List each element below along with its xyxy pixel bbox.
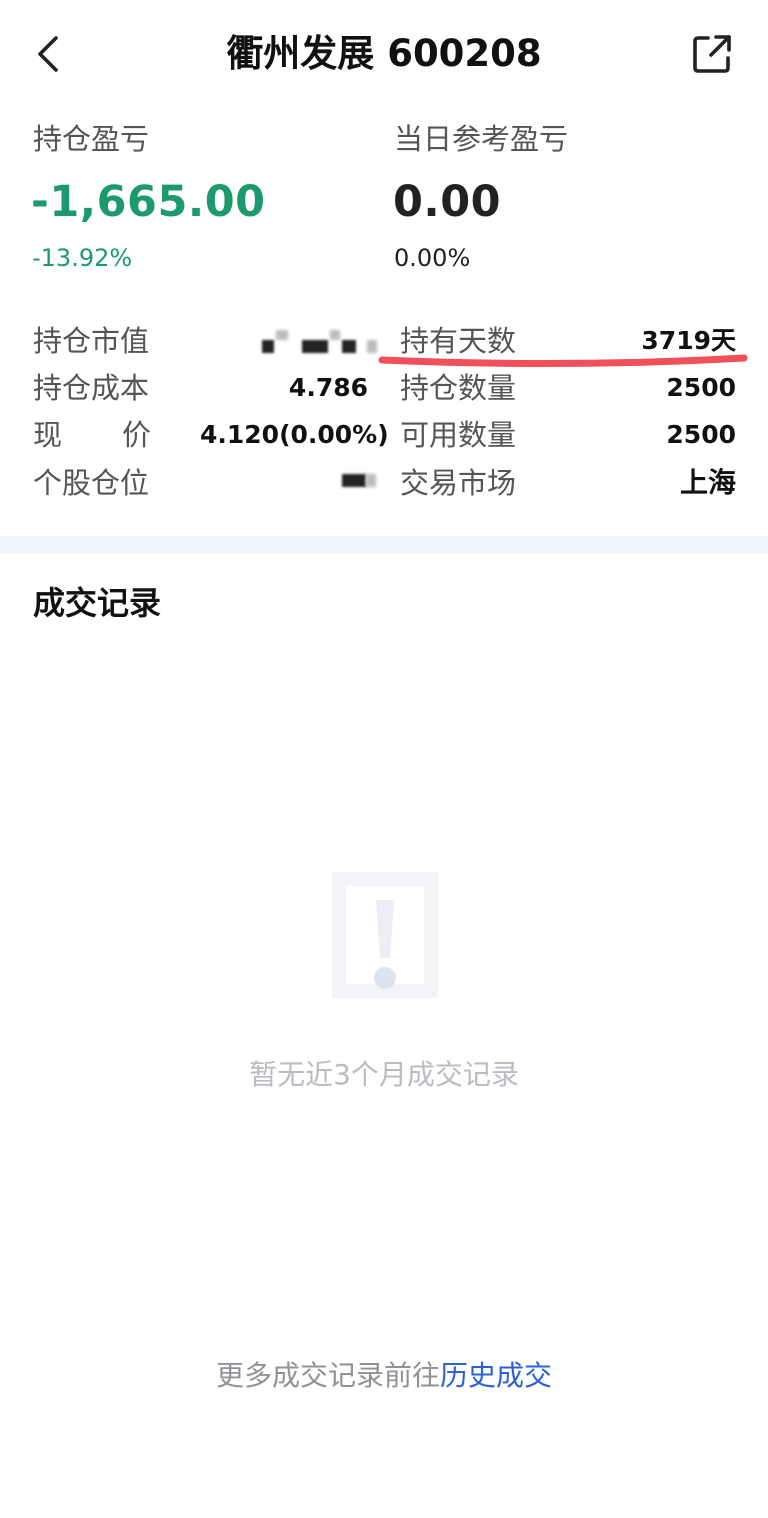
history-footer: 更多成交记录前往历史成交 [0,1356,768,1396]
holding-pl-label: 持仓盈亏 [33,122,150,156]
share-button[interactable] [688,30,736,78]
holding-pl-value: -1,665.00 [31,177,266,227]
market-value-label: 持仓市值 [33,324,150,358]
avail-qty-value: 2500 [666,420,736,449]
empty-records-text: 暂无近3个月成交记录 [249,1058,519,1091]
section-divider [0,536,768,554]
top-bar: 衢州发展 600208 [0,0,768,110]
market-label: 交易市场 [400,466,517,500]
cost-label: 持仓成本 [33,371,150,405]
daily-pl-label: 当日参考盈亏 [394,122,569,156]
cost-value: 4.786 [288,373,368,402]
daily-pl-percent: 0.00% [394,244,471,272]
daily-pl-value: 0.00 [393,177,502,227]
current-price-label-right: 价 [121,418,151,452]
warning-document-icon [332,872,438,998]
current-price-label: 现 价 [33,417,151,453]
market-value: 上海 [679,466,736,499]
current-price-value: 4.120(0.00%) [200,420,389,449]
holding-pl-percent: -13.92% [32,244,133,272]
position-ratio-label: 个股仓位 [33,466,150,500]
hold-qty-value: 2500 [666,373,736,402]
hold-qty-label: 持仓数量 [400,371,517,405]
red-underline-annotation [378,354,748,368]
records-section-title: 成交记录 [33,584,162,622]
page-title: 衢州发展 600208 [226,32,542,75]
avail-qty-label: 可用数量 [400,418,517,452]
history-trades-link[interactable]: 历史成交 [440,1359,552,1392]
share-external-icon [693,35,731,73]
history-footer-prefix: 更多成交记录前往 [215,1359,440,1392]
current-price-label-left: 现 [33,418,63,452]
